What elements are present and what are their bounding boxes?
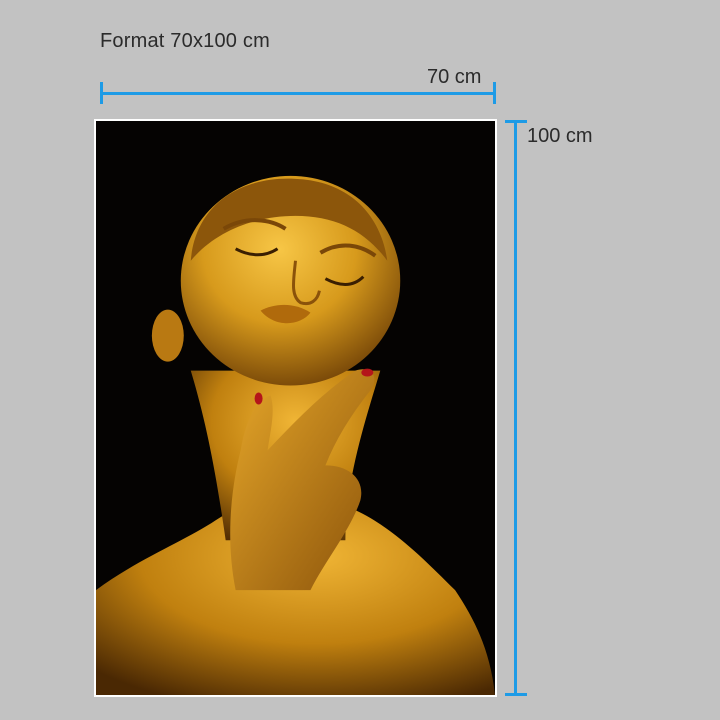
poster-image: [96, 121, 495, 695]
height-dimension-line: [514, 120, 517, 696]
width-label: 70 cm: [427, 66, 482, 88]
product-size-illustration: Format 70x100 cm 70 cm 100 cm: [0, 0, 720, 720]
gold-portrait-illustration: [96, 121, 495, 695]
width-dimension-cap-left: [100, 82, 103, 104]
height-label: 100 cm: [527, 125, 593, 147]
height-dimension-cap-top: [505, 120, 527, 123]
poster-print: [94, 119, 497, 697]
width-dimension-line: [100, 92, 496, 95]
width-dimension-cap-right: [493, 82, 496, 104]
format-label: Format 70x100 cm: [100, 30, 270, 52]
height-dimension-cap-bottom: [505, 693, 527, 696]
